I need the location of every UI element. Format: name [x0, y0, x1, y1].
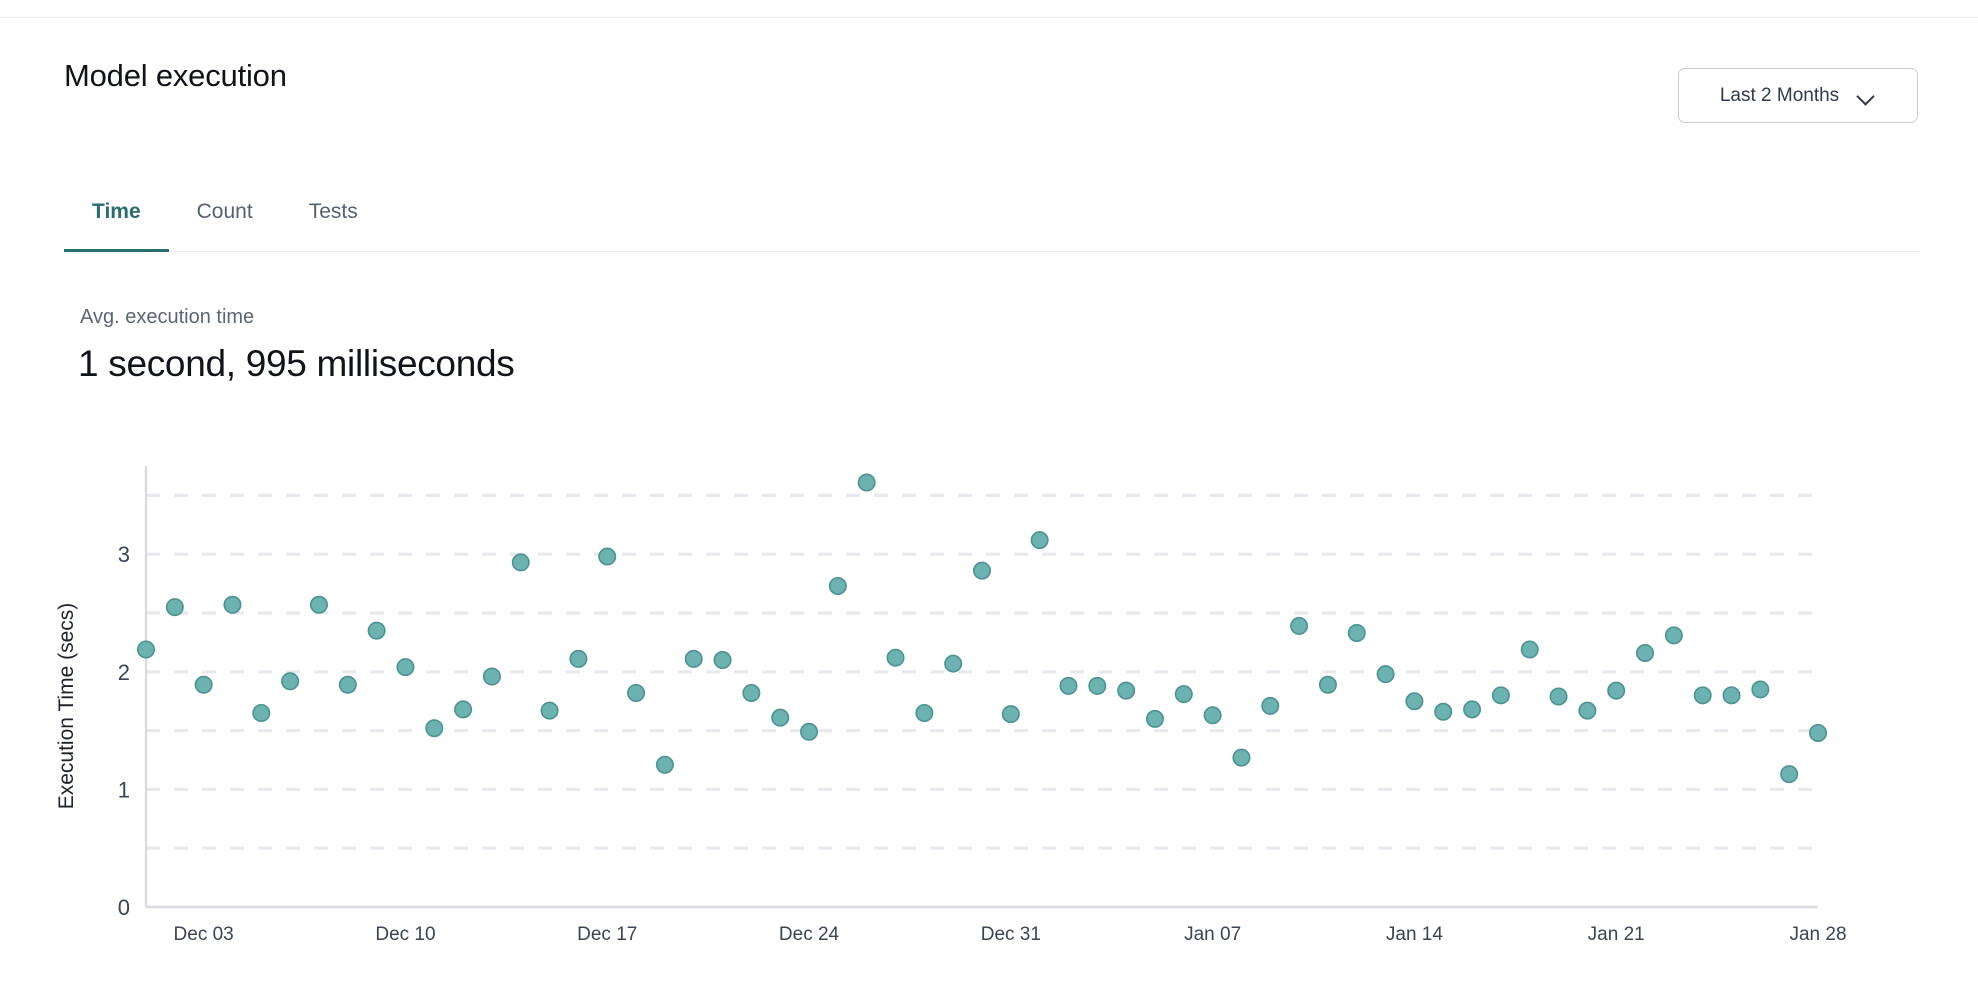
data-point[interactable]: Jan 18: 2.19: [1522, 641, 1538, 657]
data-point[interactable]: Dec 06: 1.92: [282, 673, 298, 689]
data-point[interactable]: Dec 11: 1.52: [426, 720, 442, 736]
data-point[interactable]: Jan 09: 1.71: [1262, 698, 1278, 714]
data-point[interactable]: Jan 05: 1.6: [1147, 711, 1163, 727]
data-point[interactable]: Dec 19: 1.21: [657, 757, 673, 773]
data-point[interactable]: Jan 14: 1.75: [1406, 693, 1422, 709]
data-point[interactable]: Jan 16: 1.68: [1464, 701, 1480, 717]
chart-axes: [146, 466, 1818, 907]
data-point[interactable]: Jan 27: 1.13: [1781, 766, 1797, 782]
chart-x-tick-labels: Dec 03 Dec 10 Dec 17 Dec 24 Dec 31 Jan 07 Jan …: [174, 924, 1847, 945]
data-point[interactable]: Dec 03: 1.89: [195, 677, 211, 693]
page-title: Model execution: [64, 56, 287, 96]
data-point[interactable]: Dec 25: 2.73: [830, 578, 846, 594]
y-tick-label: 3: [118, 542, 130, 567]
data-point[interactable]: Dec 05: 1.65: [253, 705, 269, 721]
metric-value: 1 second, 995 milliseconds: [78, 340, 514, 388]
x-tick-label: Dec 31: [981, 924, 1041, 945]
data-point[interactable]: Jan 23: 2.31: [1666, 627, 1682, 643]
data-point[interactable]: Jan 03: 1.88: [1089, 678, 1105, 694]
data-point[interactable]: Dec 21: 2.1: [714, 652, 730, 668]
date-range-picker[interactable]: Last 2 Months: [1678, 68, 1918, 123]
data-point[interactable]: Jan 02: 1.88: [1060, 678, 1076, 694]
tab-count[interactable]: Count: [169, 186, 281, 252]
x-tick-label: Jan 21: [1588, 924, 1645, 945]
y-axis-title: Execution Time (secs): [54, 556, 80, 856]
data-point[interactable]: Jan 24: 1.8: [1694, 687, 1710, 703]
data-point[interactable]: Jan 22: 2.16: [1637, 645, 1653, 661]
y-tick-label: 0: [118, 895, 130, 920]
data-point[interactable]: Dec 16: 2.11: [570, 651, 586, 667]
data-point[interactable]: Dec 08: 1.89: [340, 677, 356, 693]
data-point[interactable]: Dec 24: 1.49: [801, 724, 817, 740]
tab-time[interactable]: Time: [64, 186, 169, 252]
data-point[interactable]: Dec 22: 1.82: [743, 685, 759, 701]
y-tick-label: 2: [118, 660, 130, 685]
data-point[interactable]: Jan 28: 1.48: [1810, 725, 1826, 741]
x-tick-label: Dec 03: [174, 924, 234, 945]
data-point[interactable]: Jan 11: 1.89: [1320, 677, 1336, 693]
data-point[interactable]: Dec 31: 1.64: [1003, 706, 1019, 722]
execution-time-scatter-chart: 0 1 2 3 Dec 03 Dec 10 Dec 17 Dec 24 Dec 31 Jan 0…: [0, 0, 1978, 1000]
data-point[interactable]: Jan 10: 2.39: [1291, 618, 1307, 634]
data-point[interactable]: Dec 15: 1.67: [541, 702, 557, 718]
chart-y-tick-labels: 0 1 2 3: [118, 542, 130, 920]
x-tick-label: Jan 28: [1789, 924, 1846, 945]
y-tick-label: 1: [118, 777, 130, 802]
chevron-down-icon: [1857, 90, 1876, 102]
x-tick-label: Jan 07: [1184, 924, 1241, 945]
data-point[interactable]: Dec 26: 3.61: [858, 474, 874, 490]
data-point[interactable]: Jan 17: 1.8: [1493, 687, 1509, 703]
data-point[interactable]: Jan 20: 1.67: [1579, 702, 1595, 718]
data-point[interactable]: Jan 01: 3.12: [1031, 532, 1047, 548]
data-point[interactable]: Jan 04: 1.84: [1118, 682, 1134, 698]
data-point[interactable]: Dec 02: 2.55: [167, 599, 183, 615]
data-point[interactable]: Jan 19: 1.79: [1550, 688, 1566, 704]
data-point[interactable]: Dec 27: 2.12: [887, 649, 903, 665]
tab-bar: Time Count Tests: [64, 186, 1920, 252]
data-point[interactable]: Dec 13: 1.96: [484, 668, 500, 684]
model-execution-page: Model execution Last 2 Months Time Count…: [0, 0, 1978, 1000]
data-point[interactable]: Jan 08: 1.27: [1233, 749, 1249, 765]
x-tick-label: Dec 24: [779, 924, 840, 945]
x-tick-label: Jan 14: [1386, 924, 1443, 945]
data-point[interactable]: Jan 06: 1.81: [1176, 686, 1192, 702]
data-point[interactable]: Dec 18: 1.82: [628, 685, 644, 701]
data-point[interactable]: Jan 25: 1.8: [1723, 687, 1739, 703]
x-tick-label: Dec 10: [375, 924, 435, 945]
chart-gridlines: [146, 495, 1818, 848]
data-point[interactable]: Dec 07: 2.57: [311, 597, 327, 613]
data-point[interactable]: Jan 15: 1.66: [1435, 704, 1451, 720]
data-point[interactable]: Jan 12: 2.33: [1349, 625, 1365, 641]
date-range-label: Last 2 Months: [1720, 84, 1839, 108]
tab-tests[interactable]: Tests: [281, 186, 386, 252]
data-point[interactable]: Dec 30: 2.86: [974, 562, 990, 578]
metric-label: Avg. execution time: [80, 304, 254, 330]
data-point[interactable]: Dec 17: 2.98: [599, 548, 615, 564]
data-point[interactable]: Dec 14: 2.93: [513, 554, 529, 570]
data-point[interactable]: Dec 01: 2.19: [138, 641, 154, 657]
data-point[interactable]: Dec 28: 1.65: [916, 705, 932, 721]
data-point[interactable]: Jan 26: 1.85: [1752, 681, 1768, 697]
data-point[interactable]: Jan 13: 1.98: [1377, 666, 1393, 682]
data-point[interactable]: Dec 20: 2.11: [686, 651, 702, 667]
top-divider: [0, 17, 1978, 18]
chart-points: Dec 01: 2.19 Dec 02: 2.55 Dec 03: 1.89 Dec …: [138, 474, 1826, 782]
data-point[interactable]: Jan 07: 1.63: [1204, 707, 1220, 723]
data-point[interactable]: Dec 04: 2.57: [224, 597, 240, 613]
data-point[interactable]: Dec 09: 2.35: [368, 622, 384, 638]
data-point[interactable]: Dec 10: 2.04: [397, 659, 413, 675]
data-point[interactable]: Dec 23: 1.61: [772, 709, 788, 725]
data-point[interactable]: Dec 29: 2.07: [945, 655, 961, 671]
x-tick-label: Dec 17: [577, 924, 637, 945]
data-point[interactable]: Jan 21: 1.84: [1608, 682, 1624, 698]
data-point[interactable]: Dec 12: 1.68: [455, 701, 471, 717]
